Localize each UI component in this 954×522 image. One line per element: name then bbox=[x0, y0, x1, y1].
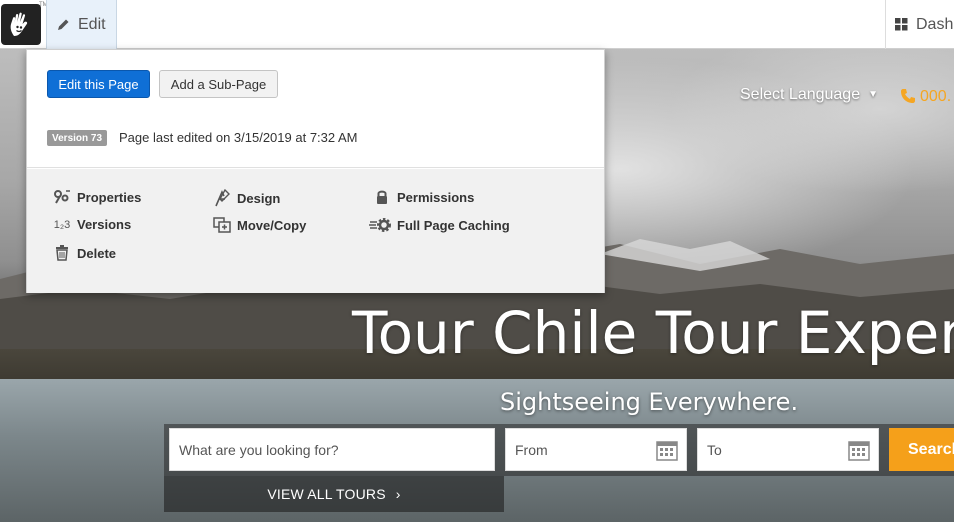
version-badge: Version 73 bbox=[47, 130, 108, 146]
hero-title: Tour Chile Tour Experts bbox=[352, 299, 954, 367]
view-all-label: VIEW ALL TOURS bbox=[267, 486, 386, 502]
panel-header: Edit this Page Add a Sub-Page Version 73… bbox=[27, 50, 604, 168]
cms-toolbar: TM Edit Dash bbox=[0, 0, 954, 49]
edit-this-page-button[interactable]: Edit this Page bbox=[47, 70, 150, 98]
to-date-input[interactable] bbox=[707, 441, 869, 458]
panel-menu: Properties 1₂3 Versions Delete Design Mo… bbox=[27, 169, 604, 293]
last-edited-text: Page last edited on 3/15/2019 at 7:32 AM bbox=[119, 130, 358, 145]
concrete-logo[interactable] bbox=[1, 4, 41, 45]
menu-item-label: Delete bbox=[77, 245, 117, 261]
menu-item-label: Design bbox=[237, 190, 281, 206]
phone-icon bbox=[901, 89, 915, 103]
view-all-tours-link[interactable]: VIEW ALL TOURS › bbox=[164, 476, 504, 512]
from-date-field[interactable] bbox=[505, 428, 687, 471]
properties-icon bbox=[52, 189, 72, 205]
menu-item-move-copy[interactable]: Move/Copy bbox=[212, 217, 306, 233]
edit-mode-button[interactable]: Edit bbox=[46, 0, 117, 49]
menu-item-label: Properties bbox=[77, 189, 142, 205]
to-date-field[interactable] bbox=[697, 428, 879, 471]
caching-icon bbox=[368, 217, 392, 233]
dashboard-grid-icon bbox=[895, 18, 908, 31]
edit-label: Edit bbox=[78, 15, 106, 33]
keyword-input[interactable] bbox=[179, 441, 485, 458]
design-icon bbox=[212, 189, 232, 207]
add-sub-page-button[interactable]: Add a Sub-Page bbox=[159, 70, 278, 98]
menu-item-full-page-caching[interactable]: Full Page Caching bbox=[368, 217, 510, 233]
versions-icon: 1₂3 bbox=[53, 218, 71, 231]
menu-item-delete[interactable]: Delete bbox=[52, 245, 116, 261]
calendar-icon[interactable] bbox=[848, 439, 870, 461]
language-label: Select Language bbox=[740, 86, 861, 103]
keyword-field[interactable] bbox=[169, 428, 495, 471]
dashboard-button[interactable]: Dash bbox=[885, 0, 954, 49]
menu-item-label: Full Page Caching bbox=[397, 217, 510, 233]
dashboard-label: Dash bbox=[916, 15, 954, 33]
phone-text: 000. bbox=[920, 88, 952, 105]
menu-item-label: Move/Copy bbox=[237, 217, 307, 233]
menu-item-properties[interactable]: Properties bbox=[52, 189, 141, 205]
move-copy-icon bbox=[212, 217, 232, 233]
menu-item-versions[interactable]: 1₂3 Versions bbox=[52, 217, 131, 232]
trash-icon bbox=[52, 245, 72, 261]
menu-item-design[interactable]: Design bbox=[212, 189, 280, 207]
search-button[interactable]: Search bbox=[889, 428, 954, 471]
hand-logo-icon bbox=[10, 12, 28, 36]
menu-item-label: Permissions bbox=[397, 189, 475, 205]
menu-item-permissions[interactable]: Permissions bbox=[372, 189, 474, 205]
language-selector[interactable]: Select Language ▼ bbox=[740, 86, 878, 104]
pencil-icon bbox=[58, 19, 69, 30]
phone-number[interactable]: 000. bbox=[900, 88, 951, 106]
calendar-icon[interactable] bbox=[656, 439, 678, 461]
hero-subtitle: Sightseeing Everywhere. bbox=[500, 388, 799, 416]
caret-down-icon: ▼ bbox=[868, 89, 879, 101]
from-date-input[interactable] bbox=[515, 441, 677, 458]
chevron-right-icon: › bbox=[395, 486, 401, 502]
lock-icon bbox=[372, 189, 392, 205]
edit-page-panel: Edit this Page Add a Sub-Page Version 73… bbox=[26, 49, 605, 293]
menu-item-label: Versions bbox=[77, 217, 132, 232]
